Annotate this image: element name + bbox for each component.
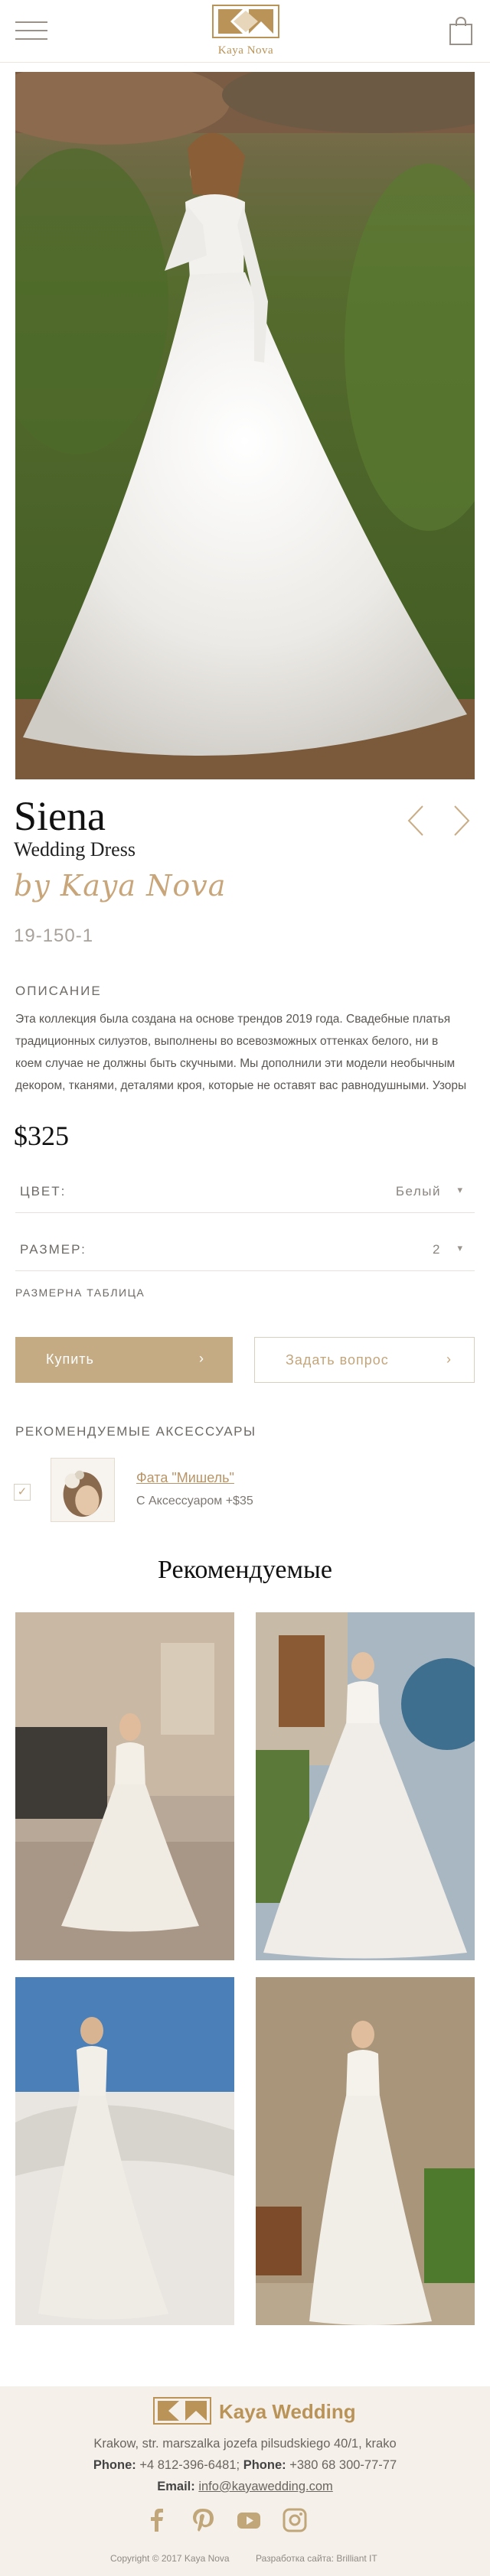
color-select[interactable]: ЦВЕТ: Белый ▾ xyxy=(15,1175,475,1213)
chevron-down-icon: ▾ xyxy=(457,1184,462,1195)
phone-label-2: Phone: xyxy=(243,2458,286,2472)
description-line: декором, тканями, деталями кроя, которые… xyxy=(15,1079,467,1092)
buy-button[interactable]: Купить › xyxy=(15,1337,233,1383)
description-line: традиционных силуэтов, выполнены во всев… xyxy=(15,1035,439,1048)
product-name: Siena xyxy=(14,793,106,839)
description-line: коем случае не должны быть скучными. Мы … xyxy=(15,1057,456,1070)
size-value: 2 xyxy=(433,1242,441,1257)
recommended-title: Рекомендуемые xyxy=(158,1556,332,1584)
pinterest-icon[interactable] xyxy=(190,2507,216,2533)
recommended-product-card[interactable] xyxy=(256,1977,475,2325)
product-subtitle: Wedding Dress xyxy=(14,838,136,860)
ask-question-button[interactable]: Задать вопрос › xyxy=(254,1337,475,1383)
kaya-wedding-logo-icon xyxy=(153,2397,211,2425)
accessories-title: РЕКОМЕНДУЕМЫЕ АКСЕССУАРЫ xyxy=(15,1424,256,1439)
phone-2[interactable]: +380 68 300-77-77 xyxy=(289,2458,397,2472)
footer-email: Email: info@kayawedding.com xyxy=(0,2480,490,2494)
accessory-checkbox[interactable]: ✓ xyxy=(14,1484,31,1501)
size-select[interactable]: РАЗМЕР: 2 ▾ xyxy=(15,1233,475,1271)
description-text: Эта коллекция была создана на основе тре… xyxy=(15,1008,475,1097)
site-logo[interactable]: Kaya Nova xyxy=(211,5,281,58)
ask-button-label: Задать вопрос xyxy=(286,1352,389,1368)
accessory-name-link[interactable]: Фата "Мишель" xyxy=(136,1470,234,1486)
color-value: Белый xyxy=(395,1184,441,1199)
product-sku: 19-150-1 xyxy=(14,925,94,946)
footer-brand: Kaya Wedding xyxy=(219,2400,356,2423)
chevron-right-icon[interactable] xyxy=(450,803,473,838)
chevron-down-icon: ▾ xyxy=(457,1242,462,1254)
size-table-link[interactable]: РАЗМЕРНА ТАБЛИЦА xyxy=(15,1286,145,1299)
footer-address: Krakow, str. marszalka jozefa pilsudskie… xyxy=(93,2437,397,2451)
product-brand: by Kaya Nova xyxy=(14,869,227,903)
description-line: Эта коллекция была создана на основе тре… xyxy=(15,1013,451,1026)
kaya-nova-logo-icon xyxy=(212,5,279,38)
product-price: $325 xyxy=(14,1120,69,1151)
site-footer: Kaya Wedding Krakow, str. marszalka joze… xyxy=(0,2386,490,2576)
logo-text: Kaya Nova xyxy=(217,44,274,57)
recommended-product-card[interactable] xyxy=(15,1612,234,1960)
accessory-price: С Аксессуаром +$35 xyxy=(136,1495,253,1508)
copyright: Copyright © 2017 Kaya Nova xyxy=(110,2553,230,2564)
email-label: Email: xyxy=(157,2480,195,2493)
hamburger-menu-icon[interactable] xyxy=(15,21,47,41)
phone-1[interactable]: +4 812-396-6481; xyxy=(139,2458,240,2472)
description-label: ОПИСАНИЕ xyxy=(15,984,102,998)
youtube-icon[interactable] xyxy=(236,2507,262,2533)
accessory-thumbnail[interactable] xyxy=(51,1458,115,1522)
arrow-right-icon: › xyxy=(199,1351,204,1366)
footer-phones: Phone: +4 812-396-6481; Phone: +380 68 3… xyxy=(0,2458,490,2473)
size-label: РАЗМЕР: xyxy=(20,1242,87,1257)
email-link[interactable]: info@kayawedding.com xyxy=(198,2480,332,2493)
arrow-right-icon: › xyxy=(446,1351,451,1367)
facebook-icon[interactable] xyxy=(144,2507,170,2533)
phone-label: Phone: xyxy=(93,2458,136,2472)
recommended-product-card[interactable] xyxy=(15,1977,234,2325)
color-label: ЦВЕТ: xyxy=(20,1184,67,1199)
product-main-photo[interactable] xyxy=(15,72,475,779)
developer-credit[interactable]: Разработка сайта: Brilliant IT xyxy=(256,2553,377,2564)
chevron-left-icon[interactable] xyxy=(404,803,427,838)
shopping-bag-icon[interactable] xyxy=(449,17,473,46)
instagram-icon[interactable] xyxy=(282,2507,308,2533)
buy-button-label: Купить xyxy=(46,1351,94,1367)
recommended-product-card[interactable] xyxy=(256,1612,475,1960)
site-header: Kaya Nova xyxy=(0,0,490,63)
